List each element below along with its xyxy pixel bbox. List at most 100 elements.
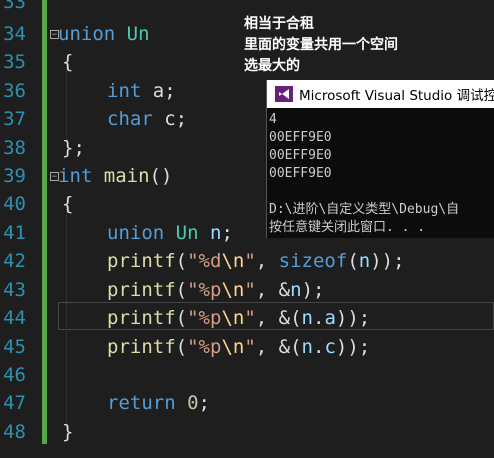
line-number: 46 — [3, 364, 26, 386]
type-name: Un — [126, 23, 150, 45]
code-line-36[interactable]: int a; — [107, 77, 176, 105]
line-number: 41 — [3, 222, 26, 244]
line-number: 44 — [3, 307, 26, 329]
keyword: sizeof — [278, 250, 348, 272]
console-output: 4 00EFF9E0 00EFF9E0 00EFF9E0 D:\进阶\自定义类型\Deb… — [267, 108, 494, 237]
variable: n — [301, 336, 313, 358]
code-text: ( — [175, 250, 188, 272]
escape-sequence: \n — [221, 307, 245, 329]
code-text: , &( — [255, 307, 302, 329]
console-line: 00EFF9E0 — [269, 148, 332, 163]
code-text: , & — [255, 279, 291, 301]
vs-icon — [275, 86, 293, 102]
code-text: ); — [301, 279, 325, 301]
code-text: )); — [335, 336, 371, 358]
string-literal: " — [187, 307, 199, 329]
keyword: char — [107, 108, 153, 130]
keyword: return — [107, 392, 176, 414]
code-text: () — [149, 165, 173, 187]
line-number: 35 — [3, 51, 26, 73]
annotation-line: 相当于合租 — [244, 16, 314, 32]
code-text: ( — [347, 250, 359, 272]
escape-sequence: \n — [221, 279, 245, 301]
line-number: 39 — [3, 165, 26, 187]
code-line-34[interactable]: union Un — [58, 20, 150, 48]
escape-sequence: \n — [221, 336, 245, 358]
annotation-line: 选最大的 — [244, 58, 300, 74]
code-text: , &( — [255, 336, 302, 358]
code-text: ( — [175, 279, 188, 301]
function-name: main — [103, 165, 150, 187]
code-text: , — [255, 250, 279, 272]
function-name: printf — [107, 336, 176, 358]
code-line-47[interactable]: return 0; — [107, 389, 210, 417]
keyword: int — [107, 80, 142, 102]
console-title-bar[interactable]: Microsoft Visual Studio 调试控制 — [267, 80, 494, 108]
code-text: a; — [141, 80, 176, 102]
string-literal: " — [244, 250, 256, 272]
line-number-gutter: 33 34 35 36 37 38 39 40 41 42 43 44 45 4… — [0, 0, 44, 458]
line-number: 34 — [3, 23, 26, 45]
code-line-41[interactable]: union Un n; — [107, 219, 233, 247]
code-line-40[interactable]: { — [62, 190, 73, 218]
format-spec: %p — [198, 307, 222, 329]
code-text: )); — [335, 307, 371, 329]
annotation-line: 里面的变量共用一个空间 — [244, 37, 398, 53]
code-line-37[interactable]: char c; — [107, 105, 187, 133]
code-line-38[interactable]: }; — [62, 134, 85, 162]
function-name: printf — [107, 307, 176, 329]
code-line-35[interactable]: { — [62, 48, 73, 76]
console-line: 00EFF9E0 — [269, 166, 332, 181]
keyword: int — [58, 165, 93, 187]
console-line: 按任意键关闭此窗口. . . — [269, 220, 426, 235]
line-number: 42 — [3, 250, 26, 272]
code-line-39[interactable]: int main() — [58, 162, 172, 190]
string-literal: " — [187, 336, 199, 358]
string-literal: " — [244, 279, 256, 301]
console-line: 00EFF9E0 — [269, 130, 332, 145]
line-number: 48 — [3, 421, 26, 443]
code-line-45[interactable]: printf("%p\n", &(n.c)); — [107, 333, 370, 361]
line-number: 38 — [3, 137, 26, 159]
line-number: 40 — [3, 193, 26, 215]
line-number: 36 — [3, 80, 26, 102]
string-literal: " — [187, 250, 199, 272]
code-line-42[interactable]: printf("%d\n", sizeof(n)); — [107, 247, 405, 275]
console-line: 4 — [269, 112, 277, 127]
string-literal: " — [244, 336, 256, 358]
code-text: ( — [175, 307, 188, 329]
code-text: )); — [370, 250, 405, 272]
code-text: ; — [221, 222, 233, 244]
variable: n — [358, 250, 371, 272]
code-line-44[interactable]: printf("%p\n", &(n.a)); — [107, 304, 370, 332]
code-text: ; — [198, 392, 210, 414]
code-line-48[interactable]: } — [62, 418, 73, 446]
line-number: 37 — [3, 108, 26, 130]
code-text: . — [313, 336, 325, 358]
variable: n — [290, 279, 302, 301]
format-spec: %p — [198, 336, 222, 358]
line-number: 43 — [3, 279, 26, 301]
keyword: union — [107, 222, 165, 244]
member: c — [324, 336, 336, 358]
variable: n — [210, 222, 222, 244]
format-spec: %p — [198, 279, 222, 301]
number-literal: 0 — [187, 392, 199, 414]
code-text: c; — [152, 108, 188, 130]
line-number: 33 — [3, 0, 26, 13]
console-title: Microsoft Visual Studio 调试控制 — [299, 88, 494, 104]
keyword: union — [58, 23, 116, 45]
member: a — [324, 307, 336, 329]
string-literal: " — [244, 307, 256, 329]
code-text: ( — [175, 336, 188, 358]
format-spec: %d — [198, 250, 222, 272]
debug-console-window[interactable]: Microsoft Visual Studio 调试控制 4 00EFF9E0 00… — [266, 80, 494, 238]
function-name: printf — [107, 279, 176, 301]
line-number: 47 — [3, 392, 26, 414]
type-name: Un — [175, 222, 199, 244]
code-text: . — [313, 307, 325, 329]
line-number: 45 — [3, 336, 26, 358]
code-line-43[interactable]: printf("%p\n", &n); — [107, 276, 324, 304]
variable: n — [301, 307, 313, 329]
